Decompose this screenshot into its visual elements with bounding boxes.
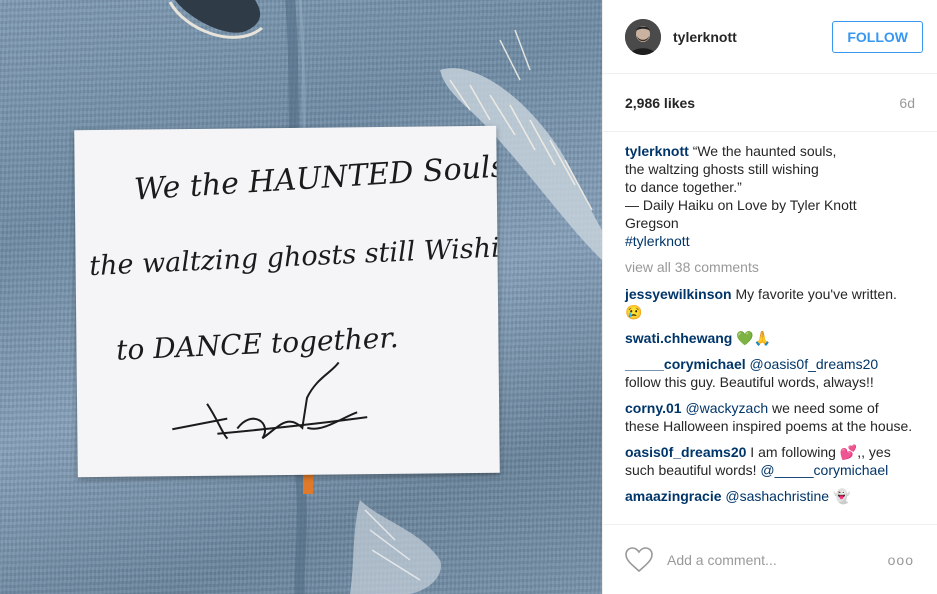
- post-photo[interactable]: We the HAUNTED Souls, the waltzing ghost…: [0, 0, 602, 594]
- comment-username[interactable]: jessyewilkinson: [625, 286, 732, 302]
- caption-line: Gregson: [625, 215, 679, 231]
- comment-mention[interactable]: @wackyzach: [685, 400, 768, 416]
- green-heart-pray-emoji: 💚🙏: [736, 330, 772, 346]
- comment-mention[interactable]: @oasis0f_dreams20: [750, 356, 879, 372]
- comment-text: I am following: [746, 444, 840, 460]
- caption-line: “We the haunted souls,: [692, 143, 837, 159]
- comments-list[interactable]: tylerknott “We the haunted souls, the wa…: [603, 132, 937, 524]
- comment-mention[interactable]: @_____corymichael: [760, 462, 888, 478]
- comment-item: swati.chhewang 💚🙏: [625, 329, 915, 347]
- comment-username[interactable]: corny.01: [625, 400, 682, 416]
- comment-item: oasis0f_dreams20 I am following 💕,, yes …: [625, 443, 915, 479]
- heart-icon[interactable]: [625, 546, 653, 573]
- follow-button[interactable]: FOLLOW: [832, 20, 923, 53]
- comment-text: My favorite you've written.: [731, 286, 897, 302]
- comment-bar: ooo: [603, 524, 937, 594]
- caption: tylerknott “We the haunted souls, the wa…: [625, 142, 915, 250]
- comment-username[interactable]: swati.chhewang: [625, 330, 732, 346]
- note-line-2: the waltzing ghosts still Wishing: [89, 231, 500, 282]
- view-all-comments-link[interactable]: view all 38 comments: [625, 258, 915, 276]
- caption-line: to dance together.”: [625, 179, 742, 195]
- comment-username[interactable]: amaazingracie: [625, 488, 722, 504]
- comment-item: amaazingracie @sashachristine 👻: [625, 487, 915, 505]
- note-line-1: We the HAUNTED Souls,: [133, 149, 500, 208]
- post-timestamp[interactable]: 6d: [899, 95, 915, 111]
- caption-username[interactable]: tylerknott: [625, 143, 689, 159]
- post-header: tylerknott FOLLOW: [603, 0, 937, 74]
- handwritten-note: We the HAUNTED Souls, the waltzing ghost…: [74, 125, 500, 478]
- more-options-icon[interactable]: ooo: [888, 552, 914, 568]
- crying-face-emoji: 😢: [625, 304, 643, 320]
- comment-username[interactable]: oasis0f_dreams20: [625, 444, 746, 460]
- post-meta: 2,986 likes 6d: [603, 74, 937, 132]
- post-sidebar: tylerknott FOLLOW 2,986 likes 6d tylerkn…: [602, 0, 937, 594]
- comment-username[interactable]: _____corymichael: [625, 356, 746, 372]
- two-hearts-emoji: 💕: [839, 444, 858, 460]
- comment-text: follow this guy. Beautiful words, always…: [625, 374, 874, 390]
- add-comment-input[interactable]: [667, 551, 888, 568]
- ghost-emoji: 👻: [832, 488, 851, 504]
- caption-line: the waltzing ghosts still wishing: [625, 161, 819, 177]
- avatar[interactable]: [625, 18, 661, 55]
- comment-item: corny.01 @wackyzach we need some of thes…: [625, 399, 915, 435]
- signature: [172, 361, 368, 440]
- likes-count[interactable]: 2,986 likes: [625, 95, 695, 111]
- caption-line: — Daily Haiku on Love by Tyler Knott: [625, 197, 857, 213]
- note-line-3: to DANCE together.: [115, 321, 399, 367]
- comment-item: _____corymichael @oasis0f_dreams20 follo…: [625, 355, 915, 391]
- header-username[interactable]: tylerknott: [673, 29, 832, 45]
- caption-hashtag[interactable]: #tylerknott: [625, 232, 915, 250]
- comment-mention[interactable]: @sashachristine: [725, 488, 829, 504]
- comment-item: jessyewilkinson My favorite you've writt…: [625, 285, 915, 321]
